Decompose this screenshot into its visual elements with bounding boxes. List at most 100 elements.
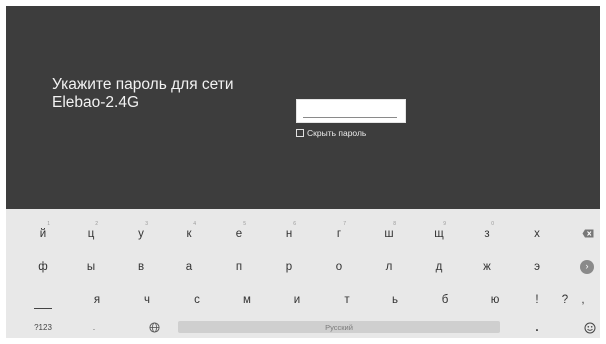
key-label: п — [235, 260, 243, 273]
key-row3-3[interactable]: м — [232, 287, 262, 312]
key-label: я — [93, 293, 101, 306]
key-row3-1[interactable]: ч — [132, 287, 162, 312]
key-number-hint: 1 — [47, 221, 50, 227]
key-row2-0[interactable]: ф — [28, 254, 58, 279]
key-row2-8[interactable]: д — [424, 254, 454, 279]
key-label: р — [285, 260, 293, 273]
keyboard-row-4: ?123 . Русский . — [6, 315, 600, 338]
key-label: в — [137, 260, 145, 273]
key-label: д — [435, 260, 443, 273]
key-label: н — [285, 227, 293, 240]
key-4[interactable]: е5 — [224, 221, 254, 246]
key-row3-6[interactable]: ь — [380, 287, 410, 312]
key-8[interactable]: щ9 — [424, 221, 454, 246]
key-label: г — [336, 227, 342, 240]
key-row2-7[interactable]: л — [374, 254, 404, 279]
mode-switch-key[interactable]: ?123 — [28, 315, 58, 338]
key-label: к — [186, 227, 192, 240]
key-1[interactable]: ц2 — [76, 221, 106, 246]
password-underline — [303, 117, 397, 118]
key-number-hint: 8 — [393, 221, 396, 227]
key-2[interactable]: у3 — [126, 221, 156, 246]
language-key[interactable] — [144, 315, 164, 338]
key-label: б — [441, 293, 449, 306]
key-label: ? — [561, 293, 569, 306]
hide-password-toggle[interactable]: Скрыть пароль — [296, 127, 366, 139]
key-label: й — [39, 227, 47, 240]
key-row3-0[interactable]: я — [82, 287, 112, 312]
backspace-key[interactable] — [578, 221, 598, 246]
period-key-small[interactable]: . — [84, 315, 104, 338]
key-label: х — [534, 227, 540, 240]
keyboard-row-2: ф ы в а п р о л д ж э › — [6, 254, 600, 279]
key-label: л — [385, 260, 393, 273]
key-label: э — [534, 260, 540, 273]
key-label: е — [235, 227, 243, 240]
backspace-icon — [582, 229, 594, 238]
key-row3-2[interactable]: с — [182, 287, 212, 312]
arrow-right-icon: › — [580, 259, 594, 274]
key-number-hint: 5 — [243, 221, 246, 227]
key-label: с — [194, 293, 200, 306]
wifi-password-screen: Укажите пароль для сети Elebao-2.4G Скры… — [6, 6, 600, 338]
prompt-line1: Укажите пароль для сети — [52, 76, 234, 93]
key-0[interactable]: й1 — [28, 221, 58, 246]
key-label: ж — [483, 260, 491, 273]
key-label: ! — [535, 293, 539, 306]
emoji-key[interactable] — [580, 315, 600, 338]
key-row3-9[interactable]: ! — [530, 287, 544, 312]
key-row3-11[interactable]: , — [576, 287, 590, 312]
key-3[interactable]: к4 — [174, 221, 204, 246]
key-label: щ — [434, 227, 444, 240]
key-number-hint: 4 — [193, 221, 196, 227]
key-row2-3[interactable]: а — [174, 254, 204, 279]
key-row3-4[interactable]: и — [282, 287, 312, 312]
key-label: и — [293, 293, 301, 306]
key-number-hint: 2 — [95, 221, 98, 227]
key-label: а — [185, 260, 193, 273]
keyboard-row-3: я ч с м и т ь б ю!?, — [6, 287, 600, 312]
key-7[interactable]: ш8 — [374, 221, 404, 246]
key-label: з — [484, 227, 490, 240]
keyboard-row-1: й1ц2у3к4е5н6г7ш8щ9з0х — [6, 221, 600, 246]
key-row2-2[interactable]: в — [126, 254, 156, 279]
key-number-hint: 6 — [293, 221, 296, 227]
shift-icon — [34, 308, 52, 309]
password-input[interactable] — [296, 99, 406, 123]
key-10[interactable]: х — [522, 221, 552, 246]
key-row3-10[interactable]: ? — [558, 287, 572, 312]
key-row2-4[interactable]: п — [224, 254, 254, 279]
key-5[interactable]: н6 — [274, 221, 304, 246]
key-6[interactable]: г7 — [324, 221, 354, 246]
key-9[interactable]: з0 — [472, 221, 502, 246]
key-label: ч — [144, 293, 150, 306]
shift-key[interactable] — [28, 287, 58, 312]
key-number-hint: 0 — [491, 221, 494, 227]
key-label: о — [335, 260, 343, 273]
key-label: ю — [490, 293, 500, 306]
key-row2-6[interactable]: о — [324, 254, 354, 279]
key-row2-9[interactable]: ж — [472, 254, 502, 279]
space-key[interactable]: Русский — [178, 321, 500, 333]
key-label: ш — [384, 227, 394, 240]
on-screen-keyboard: й1ц2у3к4е5н6г7ш8щ9з0х ф ы в а п р о л д ж э › ячсми… — [6, 209, 600, 338]
key-row2-5[interactable]: р — [274, 254, 304, 279]
key-number-hint: 7 — [343, 221, 346, 227]
key-label: у — [138, 227, 144, 240]
key-row3-8[interactable]: ю — [480, 287, 510, 312]
hide-password-checkbox[interactable] — [296, 129, 304, 137]
key-row2-1[interactable]: ы — [76, 254, 106, 279]
key-row2-10[interactable]: э — [522, 254, 552, 279]
key-row3-7[interactable]: б — [430, 287, 460, 312]
emoji-icon — [584, 322, 596, 333]
go-key[interactable]: › — [577, 254, 597, 279]
key-row3-5[interactable]: т — [332, 287, 362, 312]
hide-password-label: Скрыть пароль — [307, 128, 367, 138]
key-label: , — [581, 293, 585, 306]
key-label: ц — [87, 227, 95, 240]
period-key[interactable]: . — [527, 315, 547, 338]
password-prompt: Укажите пароль для сети Elebao-2.4G — [52, 76, 234, 112]
key-number-hint: 3 — [145, 221, 148, 227]
key-label: м — [243, 293, 251, 306]
network-name: Elebao-2.4G — [52, 94, 140, 111]
